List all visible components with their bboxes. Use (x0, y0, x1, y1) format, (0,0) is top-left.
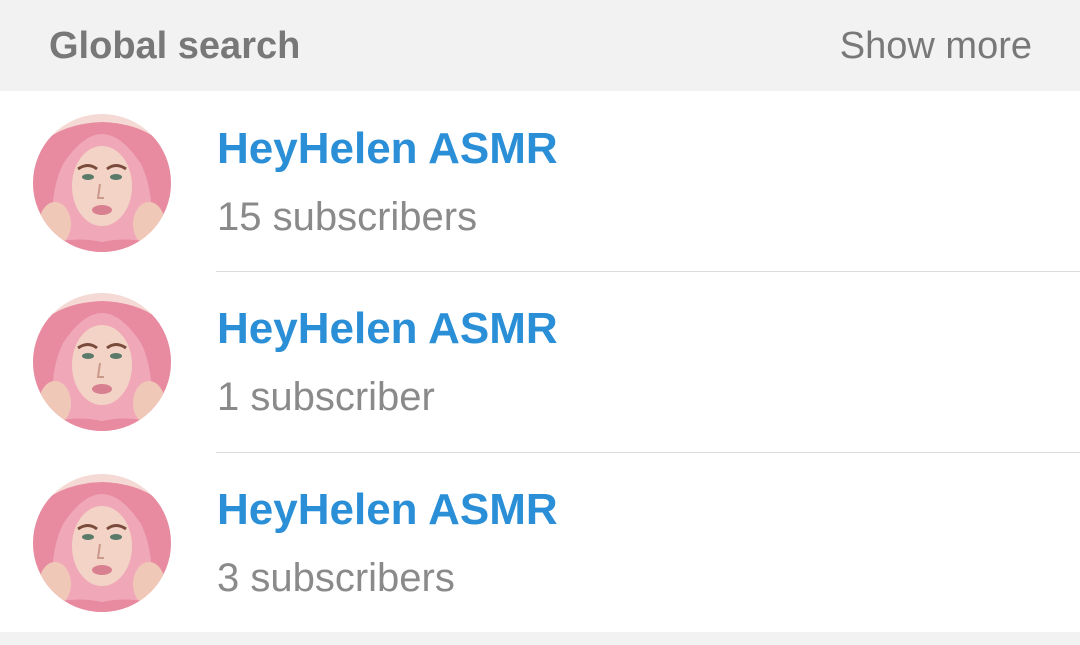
avatar-photo-icon (33, 474, 171, 612)
channel-name: HeyHelen ASMR (217, 124, 558, 173)
channel-name: HeyHelen ASMR (217, 485, 558, 534)
avatar-photo-icon (33, 293, 171, 431)
global-search-header: Global search Show more (0, 0, 1080, 91)
search-result-item[interactable]: HeyHelen ASMR 1 subscriber (0, 271, 1080, 452)
search-results-list: HeyHelen ASMR 15 subscribers HeyHelen AS… (0, 91, 1080, 632)
subscriber-count: 3 subscribers (217, 556, 455, 600)
row-divider (216, 452, 1080, 453)
avatar-photo-icon (33, 114, 171, 252)
subscriber-count: 1 subscriber (217, 375, 435, 419)
channel-name: HeyHelen ASMR (217, 304, 558, 353)
subscriber-count: 15 subscribers (217, 195, 478, 239)
bottom-divider (0, 632, 1080, 645)
channel-avatar (33, 114, 171, 252)
show-more-button[interactable]: Show more (840, 24, 1032, 68)
search-result-item[interactable]: HeyHelen ASMR 15 subscribers (0, 91, 1080, 272)
channel-avatar (33, 293, 171, 431)
section-title: Global search (49, 25, 301, 67)
search-result-item[interactable]: HeyHelen ASMR 3 subscribers (0, 452, 1080, 633)
row-divider (216, 271, 1080, 272)
channel-avatar (33, 474, 171, 612)
